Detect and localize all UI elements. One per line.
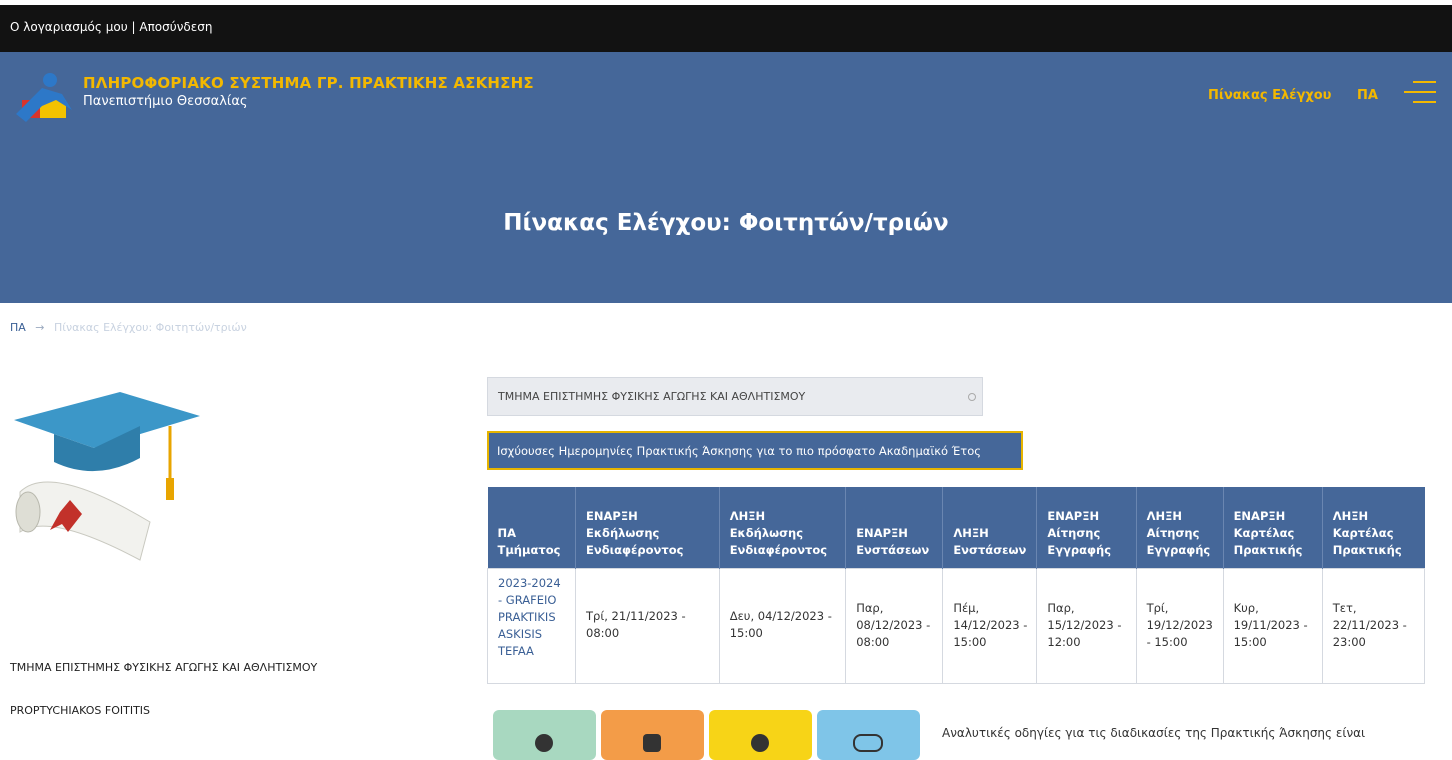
- table-cell: Τρί, 19/12/2023 - 15:00: [1135, 567, 1224, 684]
- department-select[interactable]: ΤΜΗΜΑ ΕΠΙΣΤΗΜΗΣ ΦΥΣΙΚΗΣ ΑΓΩΓΗΣ ΚΑΙ ΑΘΛΗΤ…: [487, 377, 983, 416]
- table-cell: Δευ, 04/12/2023 - 15:00: [718, 567, 847, 684]
- table-header: ΕΝΑΡΞΗ Εκδήλωσης Ενδιαφέροντος: [575, 487, 720, 568]
- breadcrumb-home[interactable]: ΠΑ: [10, 321, 26, 334]
- logo-icon[interactable]: [12, 70, 78, 126]
- table-header: ΛΗΞΗ Καρτέλας Πρακτικής: [1322, 487, 1425, 568]
- user-icon: [535, 734, 553, 752]
- table-cell: Παρ, 08/12/2023 - 08:00: [845, 567, 944, 684]
- site-title[interactable]: ΠΛΗΡΟΦΟΡΙΑΚΟ ΣΥΣΤΗΜΑ ΓΡ. ΠΡΑΚΤΙΚΗΣ ΑΣΚΗΣ…: [83, 74, 534, 92]
- table-cell-pa-link[interactable]: 2023-2024 - GRAFEIO PRAKTIKIS ASKISIS TE…: [486, 567, 577, 684]
- table-header: ΛΗΞΗ Ενστάσεων: [942, 487, 1038, 568]
- select-indicator-icon: [968, 393, 976, 401]
- table-header: ΛΗΞΗ Αίτησης Εγγραφής: [1136, 487, 1224, 568]
- table-header: ΕΝΑΡΞΗ Ενστάσεων: [845, 487, 944, 568]
- hamburger-menu-icon[interactable]: [1404, 81, 1436, 105]
- table-header: ΕΝΑΡΞΗ Καρτέλας Πρακτικής: [1223, 487, 1323, 568]
- account-links: Ο λογαριασμός μου | Αποσύνδεση: [10, 20, 212, 34]
- guide-text: Αναλυτικές οδηγίες για τις διαδικασίες τ…: [942, 726, 1366, 740]
- department-select-value: ΤΜΗΜΑ ΕΠΙΣΤΗΜΗΣ ΦΥΣΙΚΗΣ ΑΓΩΓΗΣ ΚΑΙ ΑΘΛΗΤ…: [498, 390, 806, 403]
- site-header: ΠΛΗΡΟΦΟΡΙΑΚΟ ΣΥΣΤΗΜΑ ΓΡ. ΠΡΑΚΤΙΚΗΣ ΑΣΚΗΣ…: [0, 52, 1452, 303]
- breadcrumb-current: Πίνακας Ελέγχου: Φοιτητών/τριών: [54, 321, 247, 334]
- sidebar-department: ΤΜΗΜΑ ΕΠΙΣΤΗΜΗΣ ΦΥΣΙΚΗΣ ΑΓΩΓΗΣ ΚΑΙ ΑΘΛΗΤ…: [10, 661, 318, 674]
- dates-notice-text: Ισχύουσες Ημερομηνίες Πρακτικής Άσκησης …: [497, 444, 982, 458]
- handshake-icon: [853, 734, 883, 752]
- star-icon: [751, 734, 769, 752]
- table-header: ΠΑ Τμήματος: [487, 487, 577, 568]
- badge-tile[interactable]: [601, 710, 704, 760]
- table-cell: Παρ, 15/12/2023 - 12:00: [1036, 567, 1137, 684]
- logout-link[interactable]: Αποσύνδεση: [139, 20, 212, 34]
- handshake-tile[interactable]: [817, 710, 920, 760]
- breadcrumb-arrow-icon: →: [35, 321, 45, 334]
- table-cell: Κυρ, 19/11/2023 - 15:00: [1222, 567, 1323, 684]
- breadcrumb: ΠΑ → Πίνακας Ελέγχου: Φοιτητών/τριών: [10, 321, 247, 334]
- table-header: ΕΝΑΡΞΗ Αίτησης Εγγραφής: [1036, 487, 1137, 568]
- page-title: Πίνακας Ελέγχου: Φοιτητών/τριών: [503, 210, 949, 236]
- table-row: 2023-2024 - GRAFEIO PRAKTIKIS ASKISIS TE…: [486, 567, 1426, 684]
- table-cell: Τρί, 21/11/2023 - 08:00: [575, 567, 720, 684]
- dates-notice: Ισχύουσες Ημερομηνίες Πρακτικής Άσκησης …: [487, 431, 1023, 470]
- dates-table: ΠΑ Τμήματος ΕΝΑΡΞΗ Εκδήλωσης Ενδιαφέροντ…: [486, 487, 1426, 684]
- separator: |: [131, 20, 136, 34]
- table-cell: Πέμ, 14/12/2023 - 15:00: [942, 567, 1038, 684]
- user-tile[interactable]: [493, 710, 596, 760]
- graduation-cap-icon: [14, 392, 200, 561]
- site-subtitle: Πανεπιστήμιο Θεσσαλίας: [83, 94, 248, 109]
- my-account-link[interactable]: Ο λογαριασμός μου: [10, 20, 128, 34]
- top-bar: Ο λογαριασμός μου | Αποσύνδεση: [0, 5, 1452, 52]
- table-header: ΛΗΞΗ Εκδήλωσης Ενδιαφέροντος: [719, 487, 847, 568]
- star-tile[interactable]: [709, 710, 812, 760]
- nav-pa-link[interactable]: ΠΑ: [1357, 88, 1378, 103]
- nav-dashboard-link[interactable]: Πίνακας Ελέγχου: [1208, 88, 1331, 103]
- badge-icon: [643, 734, 661, 752]
- sidebar-student-type: PROPTYCHIAKOS FOITITIS: [10, 704, 151, 717]
- table-cell: Τετ, 22/11/2023 - 23:00: [1321, 567, 1426, 684]
- table-header-row: ΠΑ Τμήματος ΕΝΑΡΞΗ Εκδήλωσης Ενδιαφέροντ…: [487, 487, 1425, 568]
